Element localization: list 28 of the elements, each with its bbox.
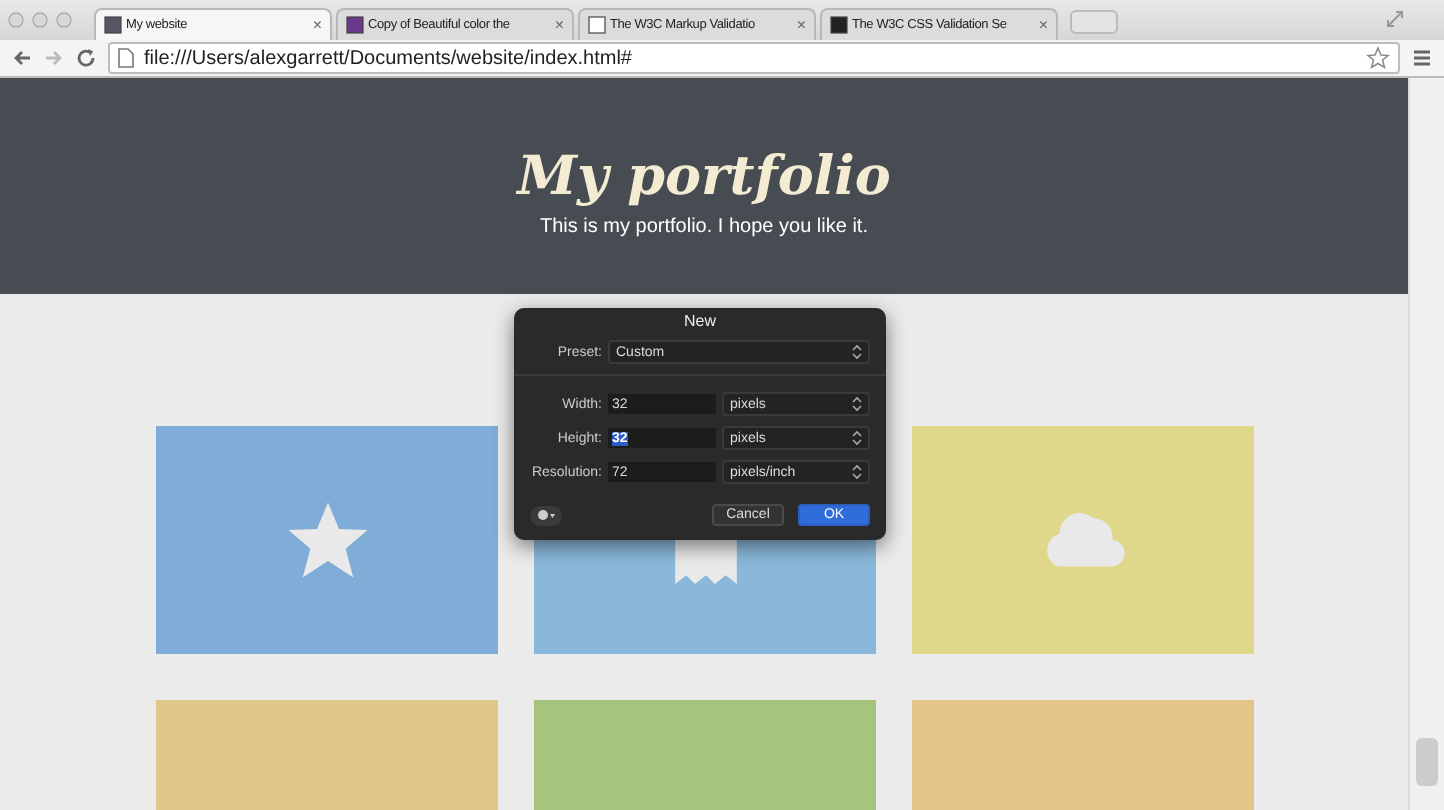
stepper-arrows-icon bbox=[852, 430, 862, 446]
options-button[interactable] bbox=[530, 505, 562, 525]
new-tab-button[interactable] bbox=[1070, 10, 1118, 34]
favicon-icon bbox=[104, 16, 122, 34]
back-arrow-icon bbox=[12, 48, 32, 68]
address-field[interactable]: file:///Users/alexgarrett/Documents/website/index.html# bbox=[108, 42, 1400, 74]
page-icon bbox=[118, 48, 134, 68]
close-button[interactable]: × bbox=[1038, 16, 1048, 34]
stepper-arrows-icon bbox=[852, 464, 862, 480]
favicon-icon bbox=[830, 16, 848, 34]
fullscreen-icon bbox=[1386, 10, 1404, 28]
stepper-arrows-icon bbox=[852, 344, 862, 360]
favicon-icon bbox=[588, 16, 606, 34]
star-icon bbox=[1366, 46, 1390, 70]
forward-arrow-icon bbox=[44, 48, 64, 68]
site-title: My portfolio bbox=[517, 146, 891, 208]
tagline: This is my portfolio. I hope you like it. bbox=[540, 216, 868, 238]
close-button[interactable]: × bbox=[796, 16, 806, 34]
portfolio-tile[interactable] bbox=[156, 426, 498, 654]
scrollbar[interactable] bbox=[1408, 78, 1444, 810]
portfolio-tile[interactable] bbox=[912, 426, 1254, 654]
reload-icon bbox=[76, 48, 96, 68]
close-button[interactable]: × bbox=[312, 16, 322, 34]
favicon-icon bbox=[346, 16, 364, 34]
close-button[interactable]: × bbox=[554, 16, 564, 34]
menu-icon bbox=[1412, 48, 1432, 68]
dialog-title: New bbox=[681, 312, 718, 330]
stepper-arrows-icon bbox=[852, 396, 862, 412]
